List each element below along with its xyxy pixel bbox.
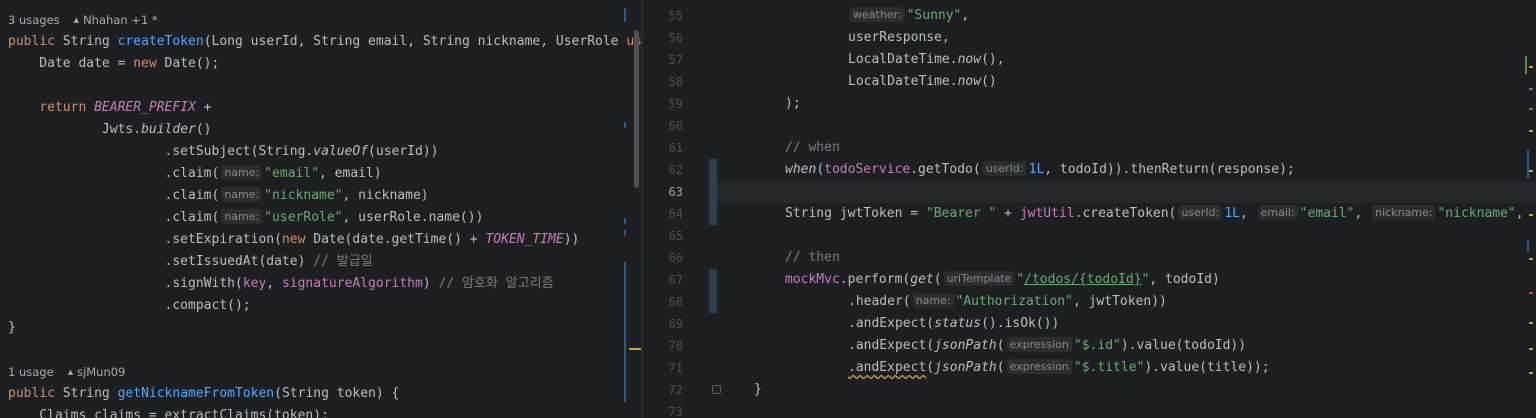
change-marker <box>624 262 626 402</box>
line-number: 62 <box>668 163 683 177</box>
usages-hint-getNickname[interactable]: 1 usage sjMun09 <box>8 363 125 381</box>
author-hint[interactable]: Nhahan +1 * <box>74 13 158 27</box>
param-hint: name: <box>221 209 263 224</box>
change-bar <box>709 159 717 225</box>
change-marker <box>624 122 626 128</box>
line-number: 58 <box>668 75 683 89</box>
line-number: 68 <box>668 295 683 309</box>
line-number: 73 <box>668 405 683 418</box>
line-number: 66 <box>668 251 683 265</box>
code-line: String jwtToken = "Bearer " + jwtUtil.cr… <box>785 205 1524 221</box>
code-line: .setIssuedAt(date) // 발급일 <box>8 254 373 269</box>
code-line: .signWith(key, signatureAlgorithm) // 암호… <box>8 276 554 291</box>
line-number-gutter[interactable]: 55 56 57 58 59 60 61 62 63 64 65 66 67 6… <box>643 0 683 418</box>
line-number: 56 <box>668 31 683 45</box>
left-editor-pane[interactable]: 3 usages Nhahan +1 * public String create… <box>0 0 643 418</box>
vertical-scrollbar[interactable] <box>634 30 639 188</box>
comment: // then <box>785 250 840 265</box>
comment: // 발급일 <box>313 254 373 269</box>
line-number: 59 <box>668 97 683 111</box>
code-line: Claims claims = extractClaims(token); <box>8 408 329 418</box>
code-line: .claim(name: "userRole", userRole.name()) <box>8 209 484 225</box>
warning-marker <box>1529 372 1533 374</box>
param-hint: uriTemplate <box>943 271 1015 286</box>
code-line: // then <box>785 247 840 269</box>
param-hint: weather: <box>850 7 905 22</box>
warning-marker <box>1529 348 1533 350</box>
change-marker <box>1527 150 1529 178</box>
code-line: .header(name: "Authorization", jwtToken)) <box>848 293 1167 309</box>
code-line: mockMvc.perform(get(uriTemplate "/todos/{… <box>785 271 1220 287</box>
usages-hint-createToken[interactable]: 3 usages Nhahan +1 * <box>8 11 158 29</box>
line-number: 57 <box>668 53 683 67</box>
line-number: 71 <box>668 361 683 375</box>
param-hint: name: <box>221 165 263 180</box>
code-line: LocalDateTime.now(), <box>848 52 1005 67</box>
warning-marker <box>1529 66 1533 68</box>
warning-marker <box>1529 170 1533 172</box>
usages-count[interactable]: 3 usages <box>8 13 60 27</box>
code-line: LocalDateTime.now() <box>848 74 997 89</box>
author-hint[interactable]: sjMun09 <box>68 365 125 379</box>
comment: // 암호화 알고리즘 <box>438 276 554 291</box>
line-number-current: 63 <box>668 185 683 199</box>
code-line: return BEARER_PREFIX + <box>39 100 212 115</box>
code-line: .andExpect(jsonPath(expression "$.title")… <box>848 359 1270 375</box>
param-hint: name: <box>912 293 954 308</box>
ok-marker <box>1529 88 1533 90</box>
code-line: ); <box>785 96 801 111</box>
line-number: 60 <box>668 119 683 133</box>
line-number: 61 <box>668 141 683 155</box>
code-line: Date date = new Date(); <box>8 56 220 71</box>
code-line: .andExpect(jsonPath(expression "$.id").va… <box>848 337 1247 353</box>
code-line: userResponse, <box>848 30 950 45</box>
code-line: .compact(); <box>8 298 251 313</box>
error-marker <box>1529 292 1533 294</box>
code-line: } <box>754 382 762 397</box>
change-marker <box>624 8 626 22</box>
line-number: 72 <box>668 383 683 397</box>
comment: // when <box>785 140 840 155</box>
code-line: .andExpect(status().isOk()) <box>848 316 1060 331</box>
line-number: 67 <box>668 273 683 287</box>
code-line: // when <box>785 137 840 159</box>
warning-marker <box>1529 258 1533 260</box>
code-line: .setExpiration(new Date(date.getTime() +… <box>8 232 580 247</box>
warning-marker <box>1529 214 1533 216</box>
line-number: 70 <box>668 339 683 353</box>
line-number: 55 <box>668 9 683 23</box>
change-marker <box>1527 240 1529 252</box>
param-hint: expression <box>1006 337 1072 352</box>
param-hint: expression <box>1006 359 1072 374</box>
line-number: 64 <box>668 207 683 221</box>
code-line: Jwts.builder() <box>8 122 212 137</box>
code-line: .claim(name: "nickname", nickname) <box>8 187 429 203</box>
change-marker <box>624 218 626 224</box>
code-line: } <box>8 320 16 335</box>
code-line: public String getNicknameFromToken(Strin… <box>8 386 400 401</box>
code-line: public String createToken(Long userId, S… <box>8 34 643 49</box>
fold-toggle-icon[interactable] <box>712 385 721 394</box>
change-marker <box>1525 56 1527 74</box>
ok-marker <box>1529 108 1533 110</box>
warning-marker <box>1529 322 1533 324</box>
param-hint: userId: <box>1178 205 1223 220</box>
line-number: 65 <box>668 229 683 243</box>
code-line: .claim(name: "email", email) <box>8 165 382 181</box>
caret-row-highlight <box>717 181 1536 203</box>
usages-count[interactable]: 1 usage <box>8 365 54 379</box>
warning-marker <box>1529 130 1533 132</box>
param-hint: userId: <box>982 161 1027 176</box>
param-hint: name: <box>221 187 263 202</box>
change-marker <box>624 230 626 236</box>
code-line: weather: "Sunny", <box>848 5 969 27</box>
param-hint: nickname: <box>1372 205 1436 220</box>
right-editor-pane[interactable]: 55 56 57 58 59 60 61 62 63 64 65 66 67 6… <box>643 0 1536 418</box>
line-number: 69 <box>668 317 683 331</box>
code-line: .setSubject(String.valueOf(userId)) <box>8 144 439 159</box>
param-hint: email: <box>1257 205 1298 220</box>
change-bar <box>709 269 717 313</box>
code-line: when(todoService.getTodo(userId: 1L, todo… <box>785 161 1295 177</box>
